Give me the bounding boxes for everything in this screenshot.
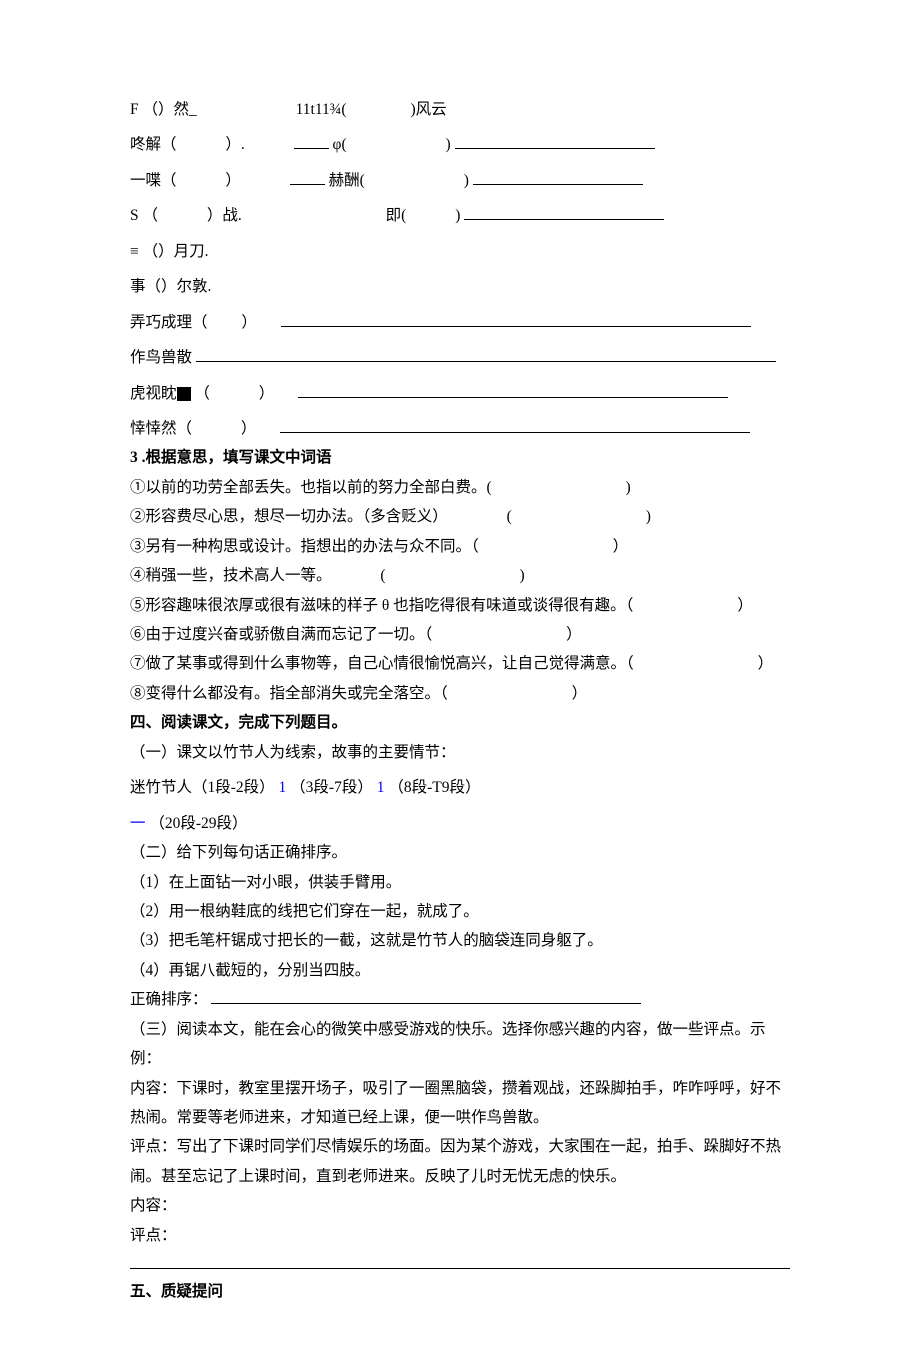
blue-number: 1 — [279, 779, 287, 796]
text: 赫酬( — [329, 172, 365, 189]
sentence-2: （2）用一根纳鞋底的线把它们穿在一起，就成了。 — [130, 897, 790, 926]
fill-row-4: S （ ）战. 即( ) — [130, 201, 790, 230]
text: ①以前的功劳全部丢失。也指以前的努力全部白费。( — [130, 479, 492, 496]
text: ） — [758, 655, 774, 672]
sec4-p1: （一）课文以竹节人为线索，故事的主要情节： — [130, 738, 790, 767]
black-square-icon — [177, 387, 191, 401]
fill-row-1: F （）然_ 11t11¾( )风云 — [130, 95, 790, 124]
comment-label: 评点： — [130, 1221, 790, 1250]
text: ) — [519, 567, 524, 584]
text: 事（）尔敦. — [130, 278, 211, 295]
blank-field[interactable] — [281, 312, 751, 327]
sec4-plotline-2: 一 （20段-29段） — [130, 809, 790, 838]
vocab-item-4: ④稍强一些，技术高人一等。 ( ) — [130, 561, 790, 590]
blank-field[interactable] — [196, 347, 776, 362]
fill-row-2: 咚解（ ）. φ( ) — [130, 130, 790, 159]
sentence-3: （3）把毛笔杆锯成寸把长的一截，这就是竹节人的脑袋连同身躯了。 — [130, 926, 790, 955]
section-5-title: 五、质疑提问 — [130, 1277, 790, 1306]
text: ） — [259, 385, 275, 402]
text: ） — [241, 420, 257, 437]
text: )风云 — [410, 101, 446, 118]
text: ） — [566, 626, 582, 643]
text: ③另有一种构思或设计。指想出的办法与众不同。（ — [130, 538, 479, 555]
sec4-p5a: （三）阅读本文，能在会心的微笑中感受游戏的快乐。选择你感兴趣的内容，做一些评点。… — [130, 1015, 790, 1074]
vocab-item-2: ②形容费尽心思，想尽一切办法。（多含贬义） ( ) — [130, 502, 790, 531]
text: ( — [507, 508, 512, 525]
text: （8段-T9段） — [388, 779, 480, 796]
sentence-1: （1）在上面钻一对小眼，供装手臂用。 — [130, 868, 790, 897]
text: ) — [626, 479, 631, 496]
text: ( — [380, 567, 385, 584]
text: ④稍强一些，技术高人一等。 — [130, 567, 332, 584]
text: ⑥由于过度兴奋或骄傲自满而忘记了一切。（ — [130, 626, 432, 643]
text: ） — [225, 172, 241, 189]
blank-field[interactable] — [298, 383, 728, 398]
sec4-p5b: 内容：下课时，教室里摆开场子，吸引了一圈黑脑袋，攒着观战，还跺脚拍手，咋咋呼呼，… — [130, 1074, 790, 1133]
text: ) — [446, 136, 451, 153]
vocab-item-8: ⑧变得什么都没有。指全部消失或完全落空。（ ） — [130, 679, 790, 708]
blank-field[interactable] — [473, 170, 643, 185]
text: ) — [646, 508, 651, 525]
vocab-item-1: ①以前的功劳全部丢失。也指以前的努力全部白费。( ) — [130, 473, 790, 502]
text: φ( — [333, 136, 347, 153]
text: ⑧变得什么都没有。指全部消失或完全落空。（ — [130, 685, 448, 702]
text: 弄巧成理（ — [130, 314, 208, 331]
sec4-p4: （二）给下列每句话正确排序。 — [130, 838, 790, 867]
sec4-plotline-1: 迷竹节人（1段-2段） 1 （3段-7段） 1 （8段-T9段） — [130, 773, 790, 802]
text: ） — [241, 314, 257, 331]
text: 迷竹节人（1段-2段） — [130, 779, 275, 796]
vocab-item-5: ⑤形容趣味很浓厚或很有滋味的样子 θ 也指吃得很有味道或谈得很有趣。（ ） — [130, 591, 790, 620]
fill-row-9: 虎视眈 （ ） — [130, 379, 790, 408]
text: ）. — [225, 136, 244, 153]
text: ） — [737, 597, 753, 614]
section-3-title: 3 .根据意思，填写课文中词语 — [130, 443, 790, 472]
text: 即( — [386, 207, 407, 224]
blue-dash: 一 — [130, 815, 146, 832]
vocab-item-6: ⑥由于过度兴奋或骄傲自满而忘记了一切。（ ） — [130, 620, 790, 649]
text: （3段-7段） — [290, 779, 373, 796]
blank-field[interactable] — [464, 205, 664, 220]
text: ） — [613, 538, 629, 555]
text: S （ — [130, 207, 158, 224]
text: 一喋（ — [130, 172, 177, 189]
sec4-p5c: 评点：写出了下课时同学们尽情娱乐的场面。因为某个游戏，大家围在一起，拍手、跺脚好… — [130, 1132, 790, 1191]
text: 咚解（ — [130, 136, 177, 153]
fill-row-5: ≡ （）月刀. — [130, 237, 790, 266]
text: 悻悻然（ — [130, 420, 192, 437]
text: 11t11¾( — [296, 101, 347, 118]
fill-row-10: 悻悻然（ ） — [130, 414, 790, 443]
blank-field[interactable] — [294, 135, 329, 150]
text: ⑤形容趣味很浓厚或很有滋味的样子 θ 也指吃得很有味道或谈得很有趣。（ — [130, 597, 633, 614]
divider-line — [130, 1268, 790, 1269]
order-row: 正确排序： — [130, 985, 790, 1014]
text: 作鸟兽散 — [130, 349, 192, 366]
text: （ — [194, 385, 210, 402]
order-label: 正确排序： — [130, 991, 208, 1008]
blank-field[interactable] — [290, 170, 325, 185]
content-label: 内容： — [130, 1191, 790, 1220]
vocab-item-3: ③另有一种构思或设计。指想出的办法与众不同。（ ） — [130, 532, 790, 561]
text: （20段-29段） — [149, 815, 247, 832]
blank-field[interactable] — [280, 418, 750, 433]
text: ） — [572, 685, 588, 702]
sentence-4: （4）再锯八截短的，分别当四肢。 — [130, 956, 790, 985]
fill-row-8: 作鸟兽散 — [130, 343, 790, 372]
text: F （）然_ — [130, 101, 197, 118]
text: ）战. — [207, 207, 242, 224]
fill-row-3: 一喋（ ） 赫酬( ) — [130, 166, 790, 195]
blue-number: 1 — [377, 779, 385, 796]
text: 虎视眈 — [130, 385, 177, 402]
order-blank[interactable] — [211, 989, 641, 1004]
text: ) — [455, 207, 460, 224]
blank-field[interactable] — [455, 135, 655, 150]
document-page: F （）然_ 11t11¾( )风云 咚解（ ）. φ( ) 一喋（ ） 赫酬(… — [0, 0, 920, 1347]
text: ) — [464, 172, 469, 189]
fill-row-6: 事（）尔敦. — [130, 272, 790, 301]
vocab-item-7: ⑦做了某事或得到什么事物等，自己心情很愉悦高兴，让自己觉得满意。（ ） — [130, 649, 790, 678]
text: ≡ （）月刀. — [130, 243, 209, 260]
fill-row-7: 弄巧成理（ ） — [130, 308, 790, 337]
text: ②形容费尽心思，想尽一切办法。（多含贬义） — [130, 508, 448, 525]
text: ⑦做了某事或得到什么事物等，自己心情很愉悦高兴，让自己觉得满意。（ — [130, 655, 634, 672]
section-4-title: 四、阅读课文，完成下列题目。 — [130, 708, 790, 737]
